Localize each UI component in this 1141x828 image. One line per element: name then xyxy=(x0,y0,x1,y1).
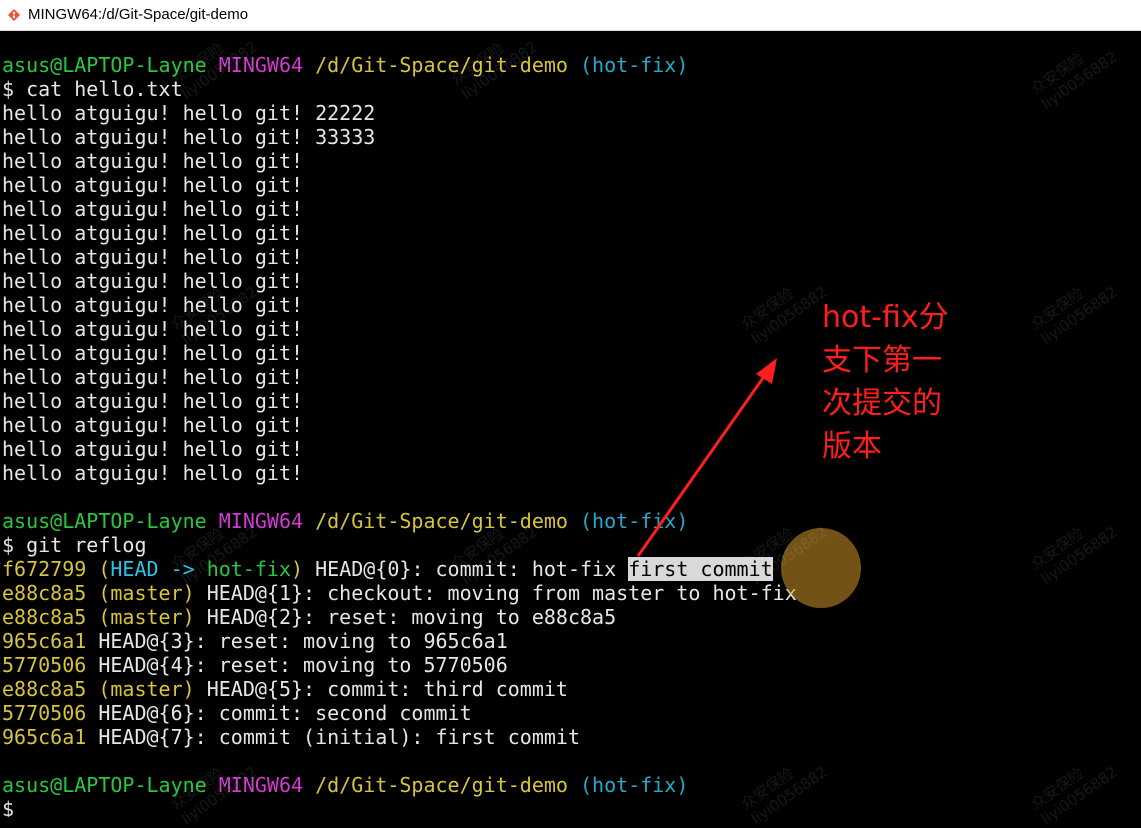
decoration-open: ( xyxy=(98,557,111,581)
output-text: hello atguigu! hello git! xyxy=(2,245,304,269)
reflog-message: : commit (initial): first commit xyxy=(194,725,580,749)
output-line: hello atguigu! hello git! xyxy=(2,269,303,293)
command-text: git reflog xyxy=(26,533,147,557)
reflog-entry: 5770506 HEAD@{6}: commit: second commit xyxy=(2,701,472,725)
prompt-symbol: $ xyxy=(2,77,15,101)
commit-hash[interactable]: 965c6a1 xyxy=(2,629,86,653)
output-text: hello atguigu! hello git! xyxy=(2,389,304,413)
output-line: hello atguigu! hello git! xyxy=(2,341,303,365)
output-text: hello atguigu! hello git! xyxy=(2,365,304,389)
prompt-line: asus@LAPTOP-Layne MINGW64 /d/Git-Space/g… xyxy=(2,53,688,77)
output-text: hello atguigu! hello git! xyxy=(2,173,304,197)
output-line: hello atguigu! hello git! xyxy=(2,317,303,341)
output-line: hello atguigu! hello git! 22222 xyxy=(2,101,375,125)
output-text: hello atguigu! hello git! 33333 xyxy=(2,125,376,149)
output-line: hello atguigu! hello git! xyxy=(2,221,303,245)
reflog-ref: HEAD@{5} xyxy=(206,677,304,701)
commit-hash[interactable]: 965c6a1 xyxy=(2,725,86,749)
decoration-close: ) xyxy=(291,557,304,581)
commit-hash[interactable]: f672799 xyxy=(2,557,86,581)
prompt-branch: (hot-fix) xyxy=(580,509,689,533)
git-icon xyxy=(7,8,21,22)
annotation-line: hot-fix分 xyxy=(822,300,949,335)
output-text: hello atguigu! hello git! xyxy=(2,437,304,461)
reflog-ref: HEAD@{6} xyxy=(98,701,195,725)
output-line: hello atguigu! hello git! xyxy=(2,461,303,485)
reflog-entry: 965c6a1 HEAD@{7}: commit (initial): firs… xyxy=(2,725,580,749)
prompt-line: asus@LAPTOP-Layne MINGW64 /d/Git-Space/g… xyxy=(2,773,688,797)
output-line: hello atguigu! hello git! xyxy=(2,413,303,437)
reflog-ref: HEAD@{4} xyxy=(98,653,195,677)
output-line: hello atguigu! hello git! xyxy=(2,437,303,461)
commit-hash[interactable]: e88c8a5 xyxy=(2,581,86,605)
reflog-ref: HEAD@{2} xyxy=(206,605,304,629)
prompt-line: asus@LAPTOP-Layne MINGW64 /d/Git-Space/g… xyxy=(2,509,688,533)
output-line: hello atguigu! hello git! xyxy=(2,149,303,173)
prompt-symbol: $ xyxy=(2,797,15,817)
annotation-line: 次提交的 xyxy=(822,386,942,421)
annotation-line: 支下第一 xyxy=(822,343,942,378)
reflog-entry: e88c8a5 (master) HEAD@{1}: checkout: mov… xyxy=(2,581,797,605)
reflog-message: : reset: moving to 965c6a1 xyxy=(194,629,508,653)
prompt-user-host: asus@LAPTOP-Layne xyxy=(2,509,207,533)
commit-hash[interactable]: 5770506 xyxy=(2,653,86,677)
commit-hash[interactable]: e88c8a5 xyxy=(2,677,86,701)
annotation-line: 版本 xyxy=(822,429,882,464)
reflog-entry: 965c6a1 HEAD@{3}: reset: moving to 965c6… xyxy=(2,629,508,653)
reflog-entry: e88c8a5 (master) HEAD@{5}: commit: third… xyxy=(2,677,568,701)
output-text: hello atguigu! hello git! xyxy=(2,461,304,485)
reflog-ref: HEAD@{7} xyxy=(98,725,195,749)
output-text: hello atguigu! hello git! xyxy=(2,149,304,173)
output-text: hello atguigu! hello git! xyxy=(2,413,304,437)
reflog-entry: f672799 (HEAD -> hot-fix) HEAD@{0}: comm… xyxy=(2,557,773,581)
branch-label: (master) xyxy=(98,677,195,701)
output-text: hello atguigu! hello git! xyxy=(2,269,304,293)
command-line: $ cat hello.txt xyxy=(2,77,183,101)
reflog-ref: HEAD@{0} xyxy=(315,557,412,581)
command-line: $ git reflog xyxy=(2,533,147,557)
window-titlebar[interactable]: MINGW64:/d/Git-Space/git-demo xyxy=(0,0,1141,31)
output-text: hello atguigu! hello git! xyxy=(2,197,304,221)
output-line: hello atguigu! hello git! xyxy=(2,389,303,413)
reflog-entry: e88c8a5 (master) HEAD@{2}: reset: moving… xyxy=(2,605,616,629)
branch-label: (master) xyxy=(98,605,195,629)
commit-hash[interactable]: e88c8a5 xyxy=(2,605,86,629)
prompt-symbol: $ xyxy=(2,533,15,557)
reflog-entry: 5770506 HEAD@{4}: reset: moving to 57705… xyxy=(2,653,508,677)
output-text: hello atguigu! hello git! xyxy=(2,341,304,365)
output-line: hello atguigu! hello git! xyxy=(2,197,303,221)
reflog-message: : reset: moving to 5770506 xyxy=(194,653,508,677)
output-text: hello atguigu! hello git! xyxy=(2,317,304,341)
prompt-branch: (hot-fix) xyxy=(580,53,689,77)
output-text: hello atguigu! hello git! 22222 xyxy=(2,101,376,125)
prompt-branch: (hot-fix) xyxy=(580,773,689,797)
reflog-message: : reset: moving to e88c8a5 xyxy=(303,605,617,629)
output-text: hello atguigu! hello git! xyxy=(2,221,304,245)
command-text: cat hello.txt xyxy=(26,77,183,101)
reflog-message: : checkout: moving from master to hot-fi… xyxy=(303,581,797,605)
prompt-path: /d/Git-Space/git-demo xyxy=(315,773,568,797)
reflog-ref: HEAD@{1} xyxy=(206,581,304,605)
reflog-ref: HEAD@{3} xyxy=(98,629,195,653)
reflog-message: : commit: third commit xyxy=(303,677,568,701)
commit-hash[interactable]: 5770506 xyxy=(2,701,86,725)
output-line: hello atguigu! hello git! xyxy=(2,245,303,269)
output-line: hello atguigu! hello git! xyxy=(2,365,303,389)
annotation-callout: hot-fix分 支下第一 次提交的 版本 xyxy=(822,296,972,468)
reflog-message: : commit: second commit xyxy=(194,701,472,725)
reflog-message: : commit: hot-fix xyxy=(411,557,629,581)
branch-label: (master) xyxy=(98,581,195,605)
output-line: hello atguigu! hello git! 33333 xyxy=(2,125,375,149)
window-title: MINGW64:/d/Git-Space/git-demo xyxy=(28,6,249,23)
active-command-line: $ xyxy=(2,797,14,817)
output-line: hello atguigu! hello git! xyxy=(2,173,303,197)
